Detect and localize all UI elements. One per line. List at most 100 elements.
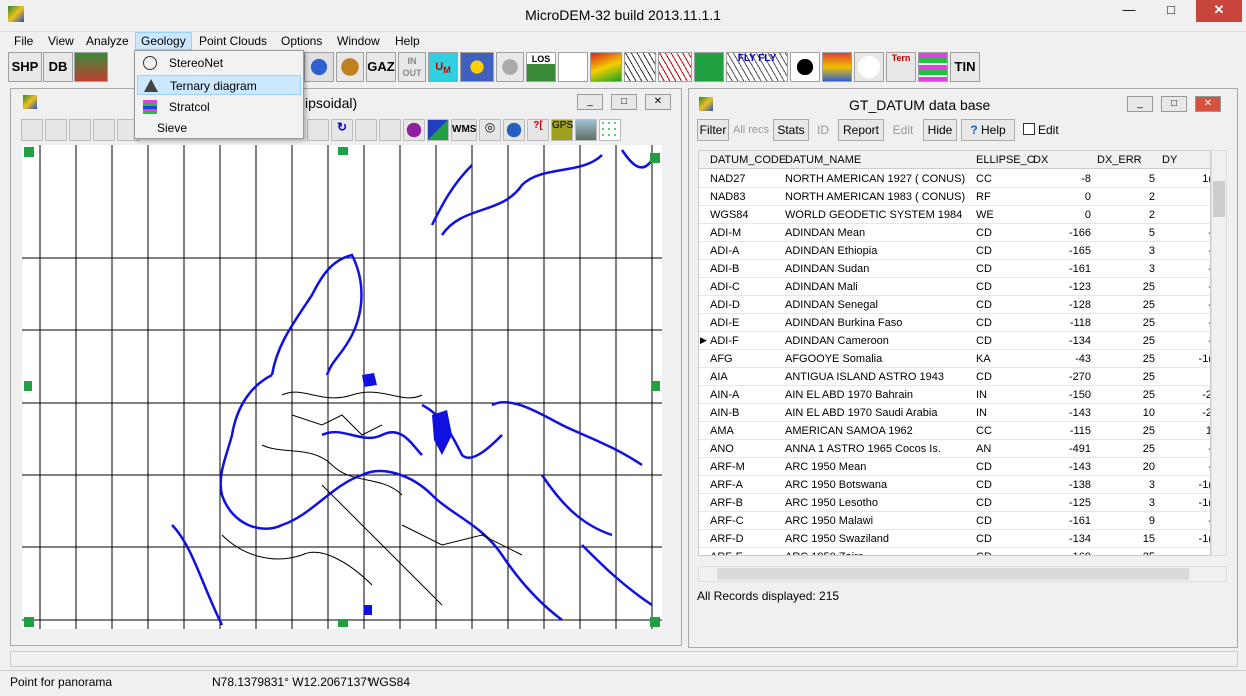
los-button[interactable]: LOS bbox=[526, 52, 556, 82]
minimize-button[interactable]: — bbox=[1114, 0, 1144, 22]
map-minimize-button[interactable]: _ bbox=[577, 94, 603, 110]
points-icon[interactable] bbox=[599, 119, 621, 141]
stats-button[interactable]: Stats bbox=[773, 119, 809, 141]
globe-east-icon[interactable] bbox=[304, 52, 334, 82]
gaz-button[interactable]: GAZ bbox=[366, 52, 396, 82]
table-row[interactable]: ADI-CADINDAN MaliCD-12325- bbox=[699, 278, 1210, 296]
table-row[interactable]: ▶ADI-FADINDAN CameroonCD-13425- bbox=[699, 332, 1210, 350]
col-dx-err[interactable]: DX_ERR bbox=[1097, 154, 1142, 166]
table-row[interactable]: ARF-MARC 1950 MeanCD-14320- bbox=[699, 458, 1210, 476]
utm-icon[interactable]: UM bbox=[428, 52, 458, 82]
map-canvas[interactable] bbox=[22, 145, 662, 629]
pan-south-icon[interactable] bbox=[338, 619, 348, 627]
filter-button[interactable]: Filter bbox=[697, 119, 729, 141]
menu-point-clouds[interactable]: Point Clouds bbox=[199, 34, 267, 48]
table-row[interactable]: ARF-A ARC 1950 Botswana CD -138 3 -1( bbox=[699, 476, 1210, 494]
pan-east-icon[interactable] bbox=[652, 381, 660, 391]
tin-button[interactable]: TIN bbox=[950, 52, 980, 82]
table-row[interactable]: ADI-BADINDAN SudanCD-1613- bbox=[699, 260, 1210, 278]
measure-angle-icon[interactable] bbox=[379, 119, 401, 141]
menu-view[interactable]: View bbox=[48, 34, 74, 48]
table-row[interactable]: ARF-CARC 1950 MalawiCD-1619- bbox=[699, 512, 1210, 530]
query-icon[interactable]: ?[ bbox=[527, 119, 549, 141]
corner-se-icon[interactable] bbox=[650, 617, 660, 627]
in-out-button[interactable]: IN OUT bbox=[398, 52, 426, 82]
save-map-icon[interactable] bbox=[45, 119, 67, 141]
table-row[interactable]: ADI-AADINDAN EthiopiaCD-1653- bbox=[699, 242, 1210, 260]
zoom-icon[interactable] bbox=[93, 119, 115, 141]
menu-item-sieve[interactable]: Sieve bbox=[137, 118, 301, 138]
corner-sw-icon[interactable] bbox=[24, 617, 34, 627]
shp-button[interactable]: SHP bbox=[8, 52, 42, 82]
edit-button[interactable]: Edit bbox=[887, 119, 919, 141]
help-button[interactable]: ? Help bbox=[961, 119, 1015, 141]
menu-item-stereonet[interactable]: StereoNet bbox=[137, 53, 301, 73]
mesh-icon[interactable] bbox=[624, 52, 656, 82]
measure-icon[interactable] bbox=[355, 119, 377, 141]
purple-overlay-icon[interactable] bbox=[403, 119, 425, 141]
col-datum-name[interactable]: DATUM_NAME bbox=[785, 154, 861, 166]
menu-geology[interactable]: Geology bbox=[135, 32, 192, 50]
pan-west-icon[interactable] bbox=[24, 381, 32, 391]
corner-nw-icon[interactable] bbox=[24, 147, 34, 157]
target-icon[interactable]: ◎ bbox=[479, 119, 501, 141]
menu-analyze[interactable]: Analyze bbox=[86, 34, 129, 48]
table-row[interactable]: ADI-MADINDAN MeanCD-1665- bbox=[699, 224, 1210, 242]
stratcol-icon[interactable] bbox=[918, 52, 948, 82]
menu-file[interactable]: File bbox=[14, 34, 33, 48]
map-maximize-button[interactable]: □ bbox=[611, 94, 637, 110]
col-ellipse[interactable]: ELLIPSE_C bbox=[976, 154, 1035, 166]
print-icon[interactable] bbox=[21, 119, 43, 141]
table-row[interactable]: AMAAMERICAN SAMOA 1962CC-115251 bbox=[699, 422, 1210, 440]
table-row[interactable]: AIN-B AIN EL ABD 1970 Saudi Arabia IN -143 1… bbox=[699, 404, 1210, 422]
col-dx[interactable]: DX bbox=[1033, 154, 1048, 166]
house-icon[interactable] bbox=[694, 52, 724, 82]
menu-item-stratcol[interactable]: Stratcol bbox=[137, 97, 301, 117]
menu-item-ternary-diagram[interactable]: Ternary diagram bbox=[137, 75, 301, 95]
terrain-icon[interactable] bbox=[74, 52, 108, 82]
lion-icon[interactable] bbox=[336, 52, 364, 82]
menu-window[interactable]: Window bbox=[337, 34, 380, 48]
col-dy[interactable]: DY bbox=[1162, 154, 1177, 166]
gps-icon[interactable]: GPS bbox=[551, 119, 573, 141]
ternary-button[interactable]: Tern bbox=[886, 52, 916, 82]
table-row[interactable]: AIN-A AIN EL ABD 1970 Bahrain IN -150 25 -2 bbox=[699, 386, 1210, 404]
db-maximize-button[interactable]: □ bbox=[1161, 96, 1187, 112]
globe-icon[interactable] bbox=[503, 119, 525, 141]
3d-block-icon[interactable] bbox=[822, 52, 852, 82]
table-row[interactable]: ARF-B ARC 1950 Lesotho CD -125 3 -1( bbox=[699, 494, 1210, 512]
table-row[interactable]: AFG AFGOOYE Somalia KA -43 25 -1( bbox=[699, 350, 1210, 368]
db-button[interactable]: DB bbox=[43, 52, 73, 82]
corner-ne-icon[interactable] bbox=[650, 153, 660, 163]
table-row[interactable]: ADI-EADINDAN Burkina FasoCD-11825- bbox=[699, 314, 1210, 332]
sun-icon[interactable] bbox=[460, 52, 494, 82]
status-scroll-track[interactable] bbox=[10, 651, 1238, 667]
table-row[interactable]: NAD27 NORTH AMERICAN 1927 ( CONUS) CC -8 5 1( bbox=[699, 170, 1210, 188]
col-datum-code[interactable]: DATUM_CODE bbox=[710, 154, 786, 166]
close-button[interactable]: ✕ bbox=[1196, 0, 1242, 22]
report-button[interactable]: Report bbox=[838, 119, 884, 141]
db-close-button[interactable]: ✕ bbox=[1195, 96, 1221, 112]
zoom-region-icon[interactable] bbox=[307, 119, 329, 141]
id-button[interactable]: ID bbox=[811, 119, 835, 141]
redraw-icon[interactable]: ↻ bbox=[331, 119, 353, 141]
table-row[interactable]: ANOANNA 1 ASTRO 1965 Cocos Is.AN-49125- bbox=[699, 440, 1210, 458]
moon-icon[interactable] bbox=[496, 52, 524, 82]
overlay-icon[interactable] bbox=[427, 119, 449, 141]
table-row[interactable]: WGS84 WORLD GEODETIC SYSTEM 1984 WE 0 2 bbox=[699, 206, 1210, 224]
flyfly-button[interactable]: FLY FLY bbox=[726, 52, 788, 82]
maximize-button[interactable]: □ bbox=[1156, 0, 1186, 22]
table-row[interactable]: ADI-DADINDAN SenegalCD-12825- bbox=[699, 296, 1210, 314]
db-minimize-button[interactable]: _ bbox=[1127, 96, 1153, 112]
photo-icon[interactable] bbox=[575, 119, 597, 141]
menu-help[interactable]: Help bbox=[395, 34, 420, 48]
pan-north-icon[interactable] bbox=[338, 147, 348, 155]
vertical-scrollbar[interactable] bbox=[1211, 150, 1227, 556]
horizontal-scrollbar[interactable] bbox=[698, 566, 1227, 582]
table-row[interactable]: AIA ANTIGUA ISLAND ASTRO 1943 CD -270 25 bbox=[699, 368, 1210, 386]
world-grid-icon[interactable] bbox=[854, 52, 884, 82]
opengl-icon[interactable] bbox=[790, 52, 820, 82]
edit-checkbox[interactable] bbox=[1023, 123, 1035, 135]
copy-icon[interactable] bbox=[69, 119, 91, 141]
profile-icon[interactable] bbox=[558, 52, 588, 82]
